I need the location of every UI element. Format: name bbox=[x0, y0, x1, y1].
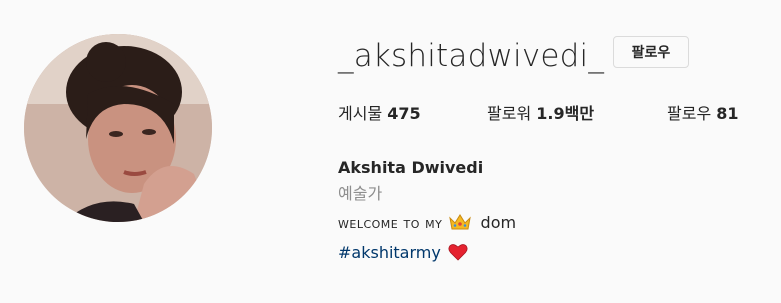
profile-bio: Akshita Dwivedi 예술가 welcome to my dom #a… bbox=[338, 156, 516, 266]
posts-label: 게시물 bbox=[338, 104, 383, 123]
followers-count: 1.9백만 bbox=[536, 104, 595, 123]
posts-count: 475 bbox=[387, 104, 421, 123]
follow-button[interactable]: 팔로우 bbox=[613, 36, 689, 68]
heart-icon bbox=[448, 244, 468, 261]
stat-followers[interactable]: 팔로워 1.9백만 bbox=[487, 100, 594, 124]
following-count: 81 bbox=[716, 104, 739, 123]
profile-avatar[interactable] bbox=[24, 34, 212, 222]
bio-text-prefix: welcome to my bbox=[338, 214, 443, 232]
stat-posts: 게시물 475 bbox=[338, 100, 421, 124]
crown-icon bbox=[449, 214, 472, 230]
profile-stats: 게시물 475 팔로워 1.9백만 팔로우 81 bbox=[0, 100, 781, 124]
bio-line-2: #akshitarmy bbox=[338, 240, 516, 266]
profile-photo bbox=[24, 34, 212, 222]
profile-username: _akshitadwivedi_ bbox=[338, 38, 605, 74]
bio-text-suffix: dom bbox=[480, 213, 517, 232]
category-label: 예술가 bbox=[338, 184, 383, 203]
bio-line-1: welcome to my dom bbox=[338, 210, 516, 236]
following-label: 팔로우 bbox=[667, 104, 712, 123]
full-name: Akshita Dwivedi bbox=[338, 158, 484, 177]
stat-following[interactable]: 팔로우 81 bbox=[667, 100, 739, 124]
followers-label: 팔로워 bbox=[487, 104, 532, 123]
hashtag-link[interactable]: #akshitarmy bbox=[338, 243, 441, 262]
